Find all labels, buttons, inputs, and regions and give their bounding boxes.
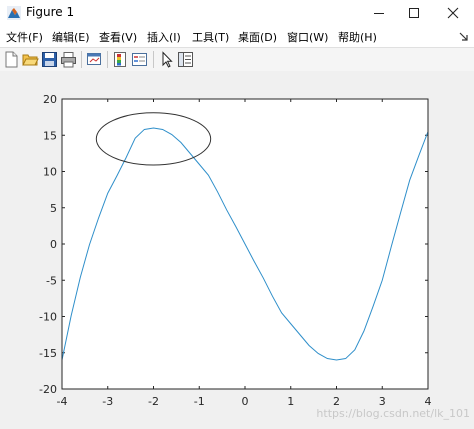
figure-toolbar — [0, 47, 474, 72]
menu-file[interactable]: 文件(F) — [6, 29, 43, 45]
toolbar-separator — [153, 51, 154, 68]
figure-canvas: -4 -3 -2 -1 0 1 2 3 4 -20 -15 -10 -5 0 5 10 15 20 https:/… — [0, 71, 474, 429]
close-icon — [447, 7, 459, 19]
menu-window[interactable]: 窗口(W) — [287, 29, 328, 45]
x-tick-label: 1 — [287, 395, 294, 408]
y-tick-label: 20 — [43, 93, 57, 106]
link-plot-icon[interactable] — [86, 51, 103, 68]
dock-arrow-icon[interactable] — [458, 31, 470, 43]
menu-insert[interactable]: 插入(I) — [147, 29, 181, 45]
y-tick-label: 0 — [50, 238, 57, 251]
maximize-icon — [409, 8, 419, 18]
window-title: Figure 1 — [26, 5, 75, 19]
x-tick-label: -4 — [57, 395, 68, 408]
property-inspector-icon[interactable] — [177, 51, 194, 68]
x-tick-label: -1 — [194, 395, 205, 408]
close-button[interactable] — [436, 0, 470, 26]
menu-tools[interactable]: 工具(T) — [192, 29, 229, 45]
watermark-text: https://blog.csdn.net/lk_101 — [316, 407, 470, 420]
title-bar: Figure 1 — [0, 0, 474, 26]
y-tick-label: 5 — [50, 202, 57, 215]
new-figure-icon[interactable] — [3, 51, 20, 68]
menu-bar: 文件(F) 编辑(E) 查看(V) 插入(I) 工具(T) 桌面(D) 窗口(W… — [0, 26, 474, 47]
figure-window: Figure 1 文件(F) 编辑(E) 查看(V) 插入(I) 工具(T) 桌… — [0, 0, 474, 429]
y-tick-label: 10 — [43, 166, 57, 179]
menu-edit[interactable]: 编辑(E) — [52, 29, 90, 45]
save-icon[interactable] — [41, 51, 58, 68]
menu-desktop[interactable]: 桌面(D) — [238, 29, 277, 45]
print-icon[interactable] — [60, 51, 77, 68]
y-tick-label: -10 — [39, 311, 57, 324]
matlab-figure-icon — [7, 6, 21, 20]
edit-plot-arrow-icon[interactable] — [158, 51, 175, 68]
y-tick-label: -15 — [39, 347, 57, 360]
x-tick-label: -2 — [148, 395, 159, 408]
legend-icon[interactable] — [131, 51, 148, 68]
open-file-icon[interactable] — [22, 51, 39, 68]
maximize-button[interactable] — [397, 0, 431, 26]
y-tick-label: -20 — [39, 383, 57, 396]
x-tick-label: 0 — [242, 395, 249, 408]
colorbar-icon[interactable] — [112, 51, 129, 68]
y-tick-label: -5 — [46, 274, 57, 287]
y-tick-label: 15 — [43, 129, 57, 142]
toolbar-separator — [107, 51, 108, 68]
toolbar-separator — [81, 51, 82, 68]
menu-view[interactable]: 查看(V) — [99, 29, 137, 45]
menu-help[interactable]: 帮助(H) — [338, 29, 377, 45]
minimize-icon — [374, 13, 384, 14]
minimize-button[interactable] — [362, 0, 396, 26]
x-tick-label: -3 — [102, 395, 113, 408]
plot-axes[interactable]: -4 -3 -2 -1 0 1 2 3 4-20-15-10-505101520 https:/… — [0, 71, 474, 429]
